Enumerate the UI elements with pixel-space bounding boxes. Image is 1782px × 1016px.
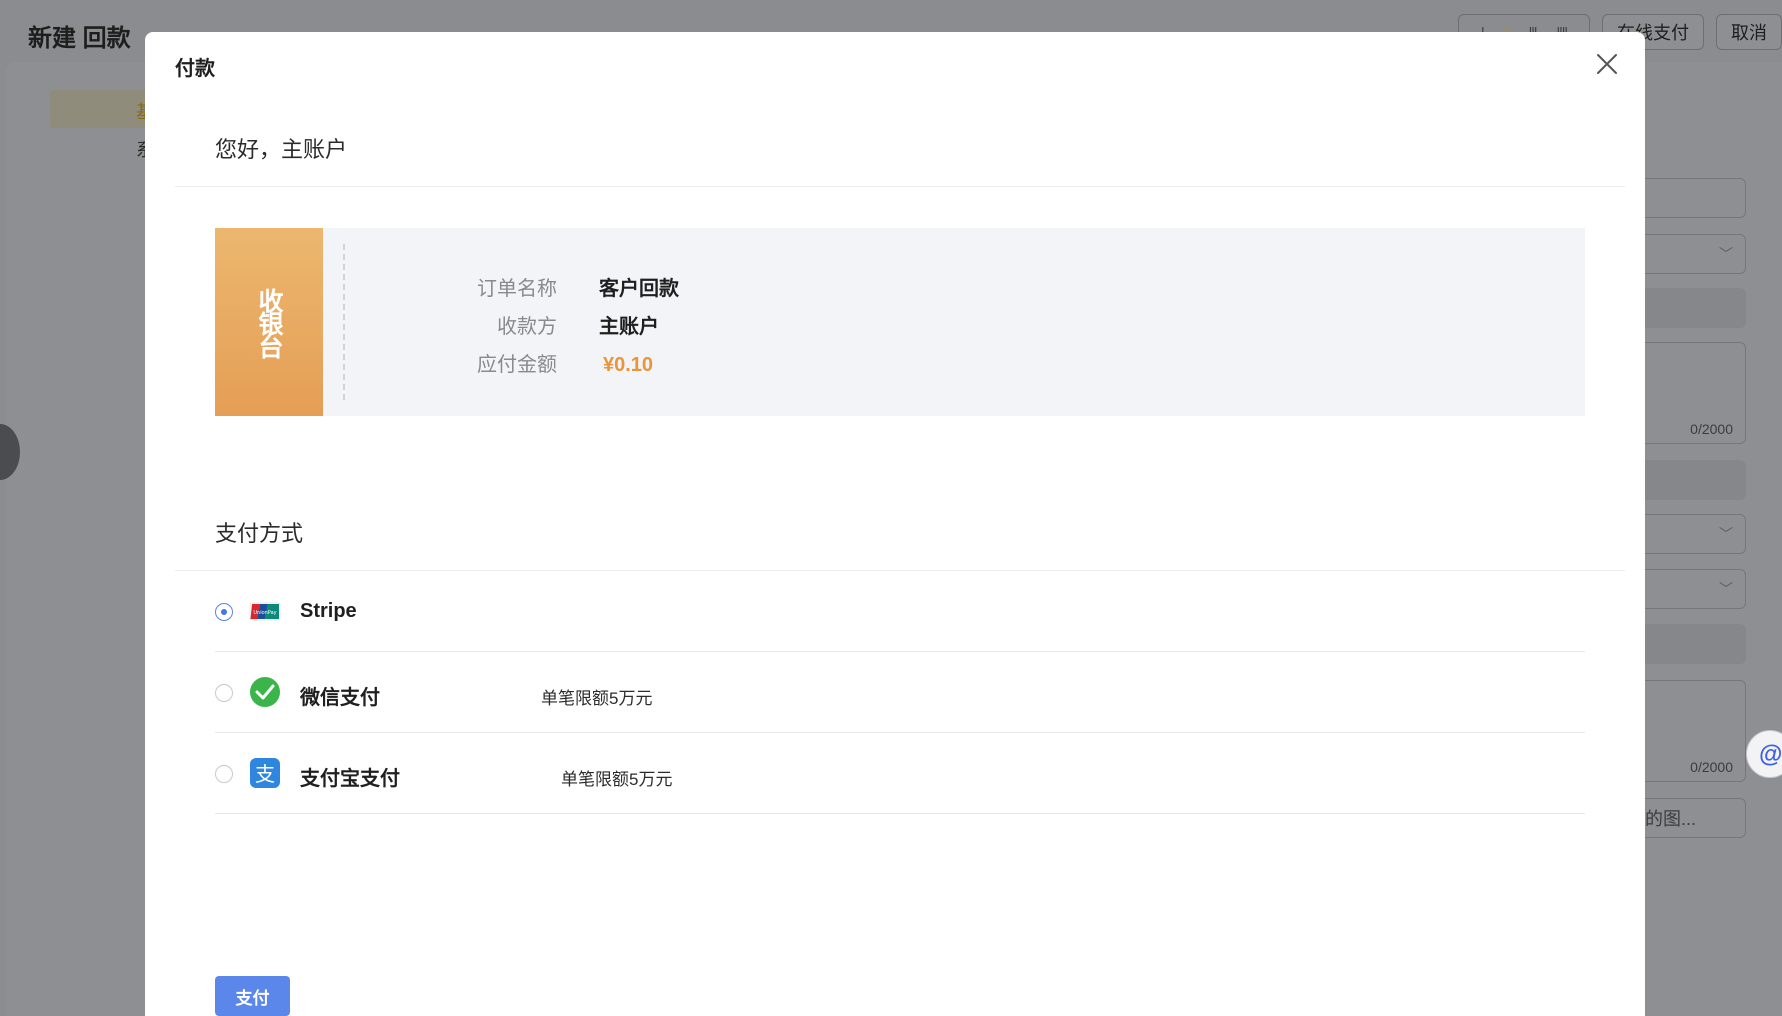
divider — [175, 186, 1625, 187]
amount-value: ¥0.10 — [603, 354, 654, 376]
background-textarea-1[interactable]: 0/2000 — [1630, 342, 1746, 444]
payment-note-wechat: 单笔限额5万元 — [541, 689, 653, 708]
background-input-3[interactable] — [1630, 460, 1746, 500]
chevron-down-icon: ﹀ — [1719, 246, 1733, 262]
chevron-down-icon: ﹀ — [1719, 526, 1733, 542]
payee-row: 收款方 主账户 — [415, 310, 659, 339]
background-textarea-2[interactable]: 0/2000 — [1630, 680, 1746, 782]
payment-option-alipay[interactable]: 支 支付宝支付 单笔限额5万元 — [215, 733, 1585, 814]
order-summary: 收银台 订单名称 客户回款 收款方 主账户 应付金额 ¥0.10 — [215, 228, 1585, 416]
order-name-label: 订单名称 — [477, 278, 557, 300]
payment-name-wechat: 微信支付 — [300, 687, 380, 709]
wechat-pay-icon — [250, 677, 280, 707]
page-title: 新建 回款 — [28, 25, 131, 52]
payment-name-stripe: Stripe — [300, 600, 357, 622]
dashed-divider — [343, 244, 345, 400]
payment-option-wechat[interactable]: 微信支付 单笔限额5万元 — [215, 652, 1585, 733]
greeting-text: 您好，主账户 — [215, 137, 348, 162]
alipay-icon: 支 — [250, 758, 280, 788]
payee-value: 主账户 — [599, 316, 659, 338]
background-select-3[interactable]: ﹀ — [1630, 569, 1746, 609]
svg-text:UnionPay: UnionPay — [253, 610, 276, 616]
chevron-down-icon: ﹀ — [1719, 581, 1733, 597]
payment-modal: 付款 您好，主账户 收银台 订单名称 客户回款 收款方 主账户 应付金额 ¥0.… — [145, 32, 1645, 1016]
close-button[interactable] — [1591, 48, 1623, 80]
radio-stripe[interactable] — [215, 603, 233, 621]
svg-text:支: 支 — [255, 762, 275, 786]
order-name-value: 客户回款 — [599, 278, 679, 300]
background-input-2[interactable] — [1630, 288, 1746, 328]
background-input-4[interactable] — [1630, 624, 1746, 664]
background-select-2[interactable]: ﹀ — [1630, 514, 1746, 554]
close-icon[interactable] — [1596, 53, 1618, 75]
background-input-1[interactable] — [1630, 178, 1746, 218]
payment-name-alipay: 支付宝支付 — [300, 768, 400, 790]
payee-label: 收款方 — [497, 316, 557, 338]
assistant-icon: @ — [1759, 741, 1782, 768]
radio-wechat[interactable] — [215, 684, 233, 702]
order-name-row: 订单名称 客户回款 — [415, 272, 679, 301]
modal-title: 付款 — [175, 58, 215, 80]
payment-method-title: 支付方式 — [215, 521, 304, 546]
background-select-1[interactable]: ﹀ — [1630, 234, 1746, 274]
payment-option-stripe[interactable]: UnionPay Stripe — [215, 571, 1585, 652]
unionpay-icon: UnionPay — [249, 602, 281, 621]
background-upload[interactable]: 的图... — [1630, 798, 1746, 838]
radio-alipay[interactable] — [215, 765, 233, 783]
amount-label: 应付金额 — [477, 354, 557, 376]
pay-button[interactable]: 支付 — [215, 976, 290, 1016]
cancel-button[interactable]: 取消 — [1716, 14, 1782, 50]
payment-note-alipay: 单笔限额5万元 — [561, 770, 673, 789]
cashier-badge: 收银台 — [215, 228, 323, 416]
amount-row: 应付金额 ¥0.10 — [415, 348, 653, 377]
